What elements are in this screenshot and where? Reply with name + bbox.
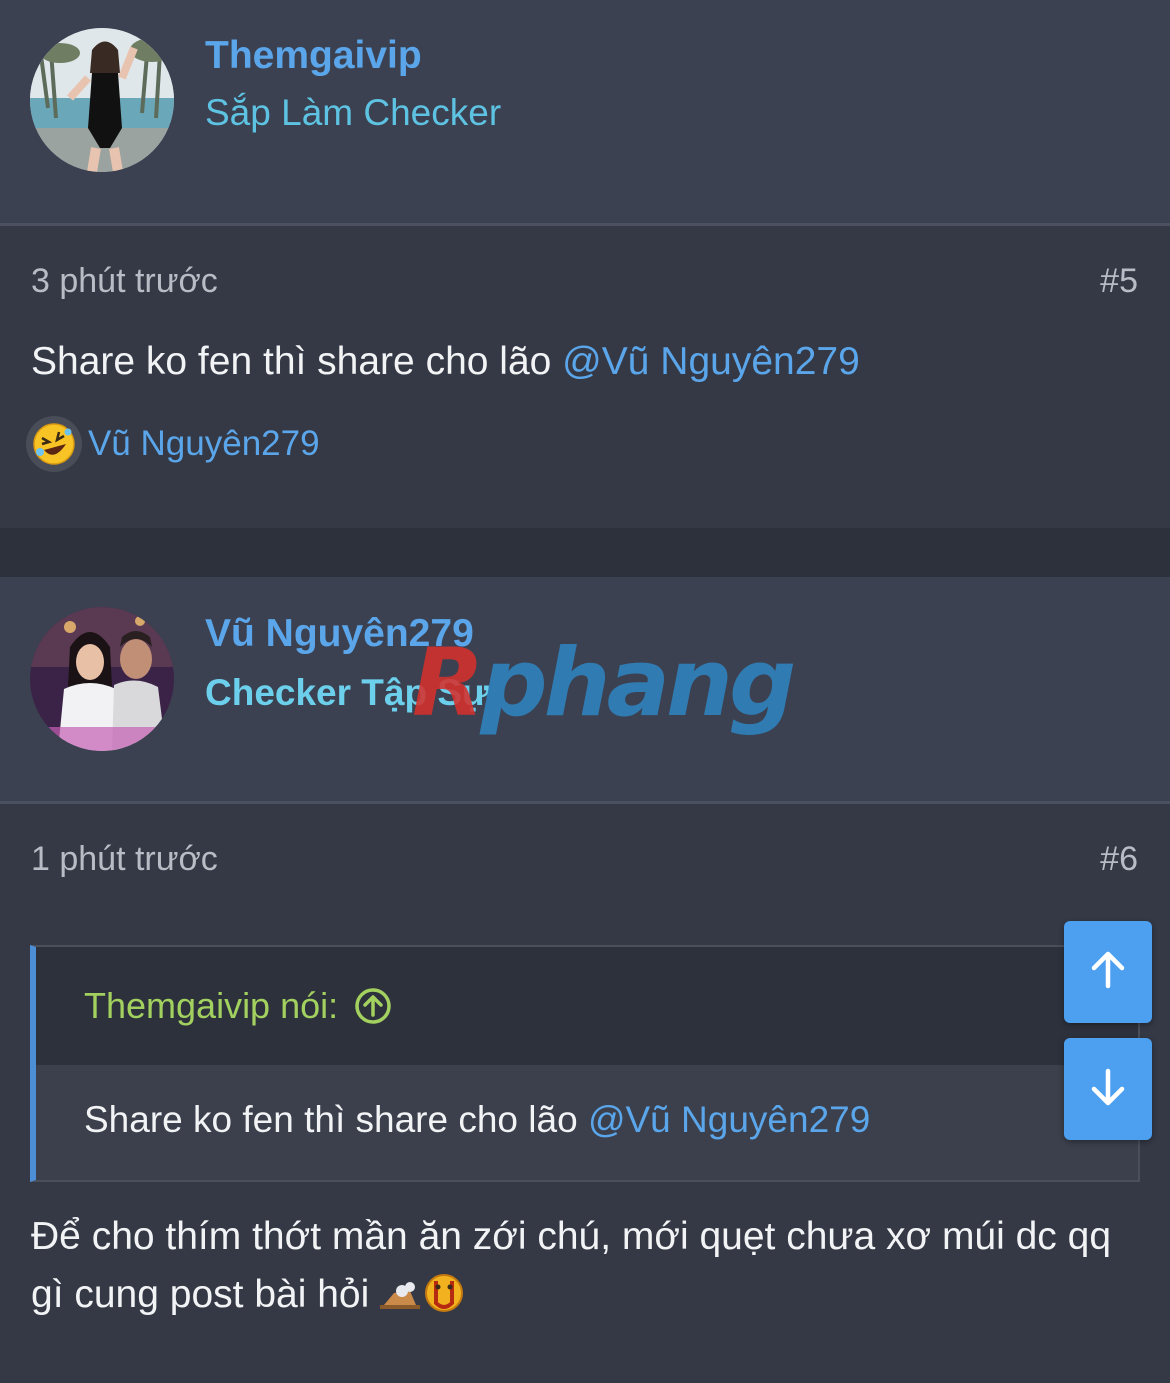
reaction-summary[interactable]: Vũ Nguyên279 (26, 416, 320, 472)
scroll-down-button[interactable] (1064, 1038, 1152, 1140)
arrow-up-icon (1086, 948, 1130, 997)
quote-message: Share ko fen thì share cho lão (84, 1099, 588, 1140)
username[interactable]: Themgaivip (205, 34, 422, 78)
post-message: Để cho thím thớt mần ăn zới chú, mới quẹ… (31, 1208, 1141, 1324)
quote-text: Share ko fen thì share cho lão @Vũ Nguyê… (84, 1099, 870, 1141)
watermark-logo: Rphang (412, 637, 796, 731)
post-number[interactable]: #5 (1100, 262, 1138, 301)
post-body: 3 phút trước #5 Share ko fen thì share c… (0, 226, 1170, 528)
laughing-emoji-icon (26, 416, 82, 472)
post-number[interactable]: #6 (1100, 840, 1138, 879)
post-message: Share ko fen thì share cho lão @Vũ Nguyê… (31, 340, 860, 384)
quote-block: Themgaivip nói: Share ko fen thì share c… (30, 945, 1140, 1182)
quote-header[interactable]: Themgaivip nói: (36, 947, 1138, 1065)
post-time[interactable]: 3 phút trước (31, 262, 218, 301)
quote-author[interactable]: Themgaivip nói: (84, 985, 338, 1027)
user-mention[interactable]: @Vũ Nguyên279 (562, 340, 860, 383)
watermark-first-letter: R (412, 629, 484, 738)
reply-text: Để cho thím thớt mần ăn zới chú, mới quẹ… (31, 1215, 1112, 1316)
post-time[interactable]: 1 phút trước (31, 840, 218, 879)
user-mention[interactable]: @Vũ Nguyên279 (588, 1099, 870, 1140)
message-text: Share ko fen thì share cho lão (31, 340, 563, 383)
reaction-user[interactable]: Vũ Nguyên279 (88, 424, 320, 464)
post-body: 1 phút trước #6 Themgaivip nói: Share ko… (0, 804, 1170, 1383)
sweeping-emoji-icon (380, 1267, 468, 1315)
avatar[interactable] (30, 607, 174, 751)
circle-arrow-up-icon[interactable] (354, 987, 392, 1025)
post-header: Themgaivip Sắp Làm Checker (0, 0, 1170, 226)
scroll-up-button[interactable] (1064, 921, 1152, 1023)
watermark-rest: phang (480, 629, 796, 738)
user-title: Sắp Làm Checker (205, 92, 502, 133)
arrow-down-icon (1086, 1065, 1130, 1114)
avatar[interactable] (30, 28, 174, 172)
